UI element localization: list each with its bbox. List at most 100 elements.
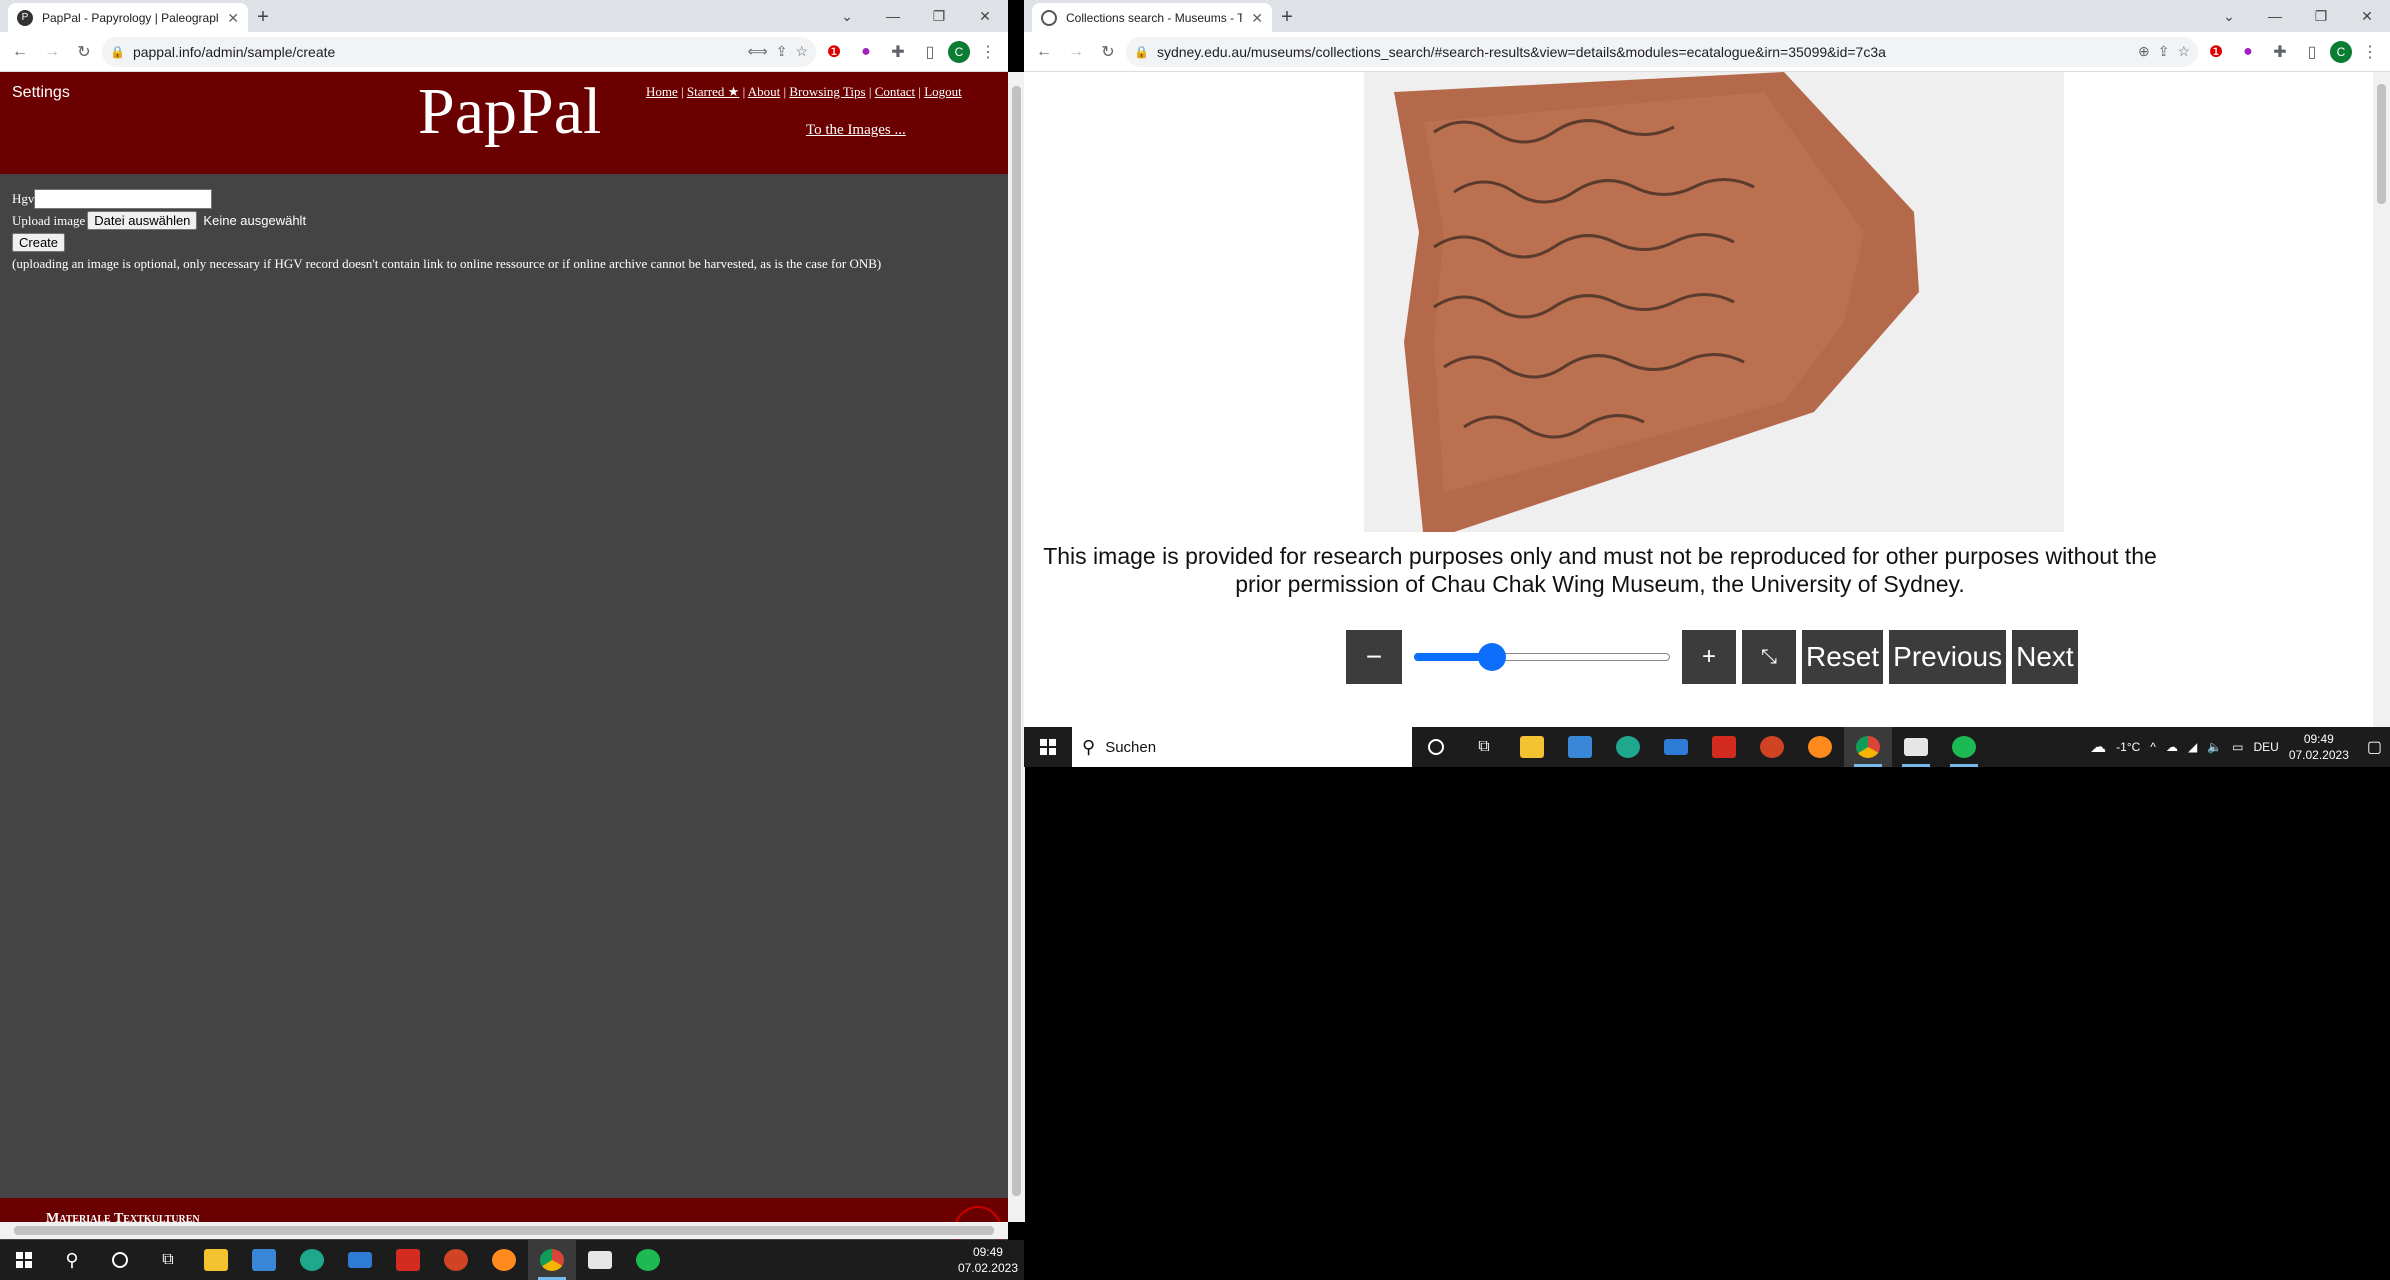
horizontal-scrollbar[interactable]: [0, 1222, 1008, 1239]
task-view-icon[interactable]: ⧉: [144, 1240, 192, 1280]
battery-icon[interactable]: ▭: [2232, 740, 2243, 754]
nav-about[interactable]: About: [748, 84, 781, 99]
nav-logout[interactable]: Logout: [924, 84, 962, 99]
close-tab-icon[interactable]: ✕: [1251, 11, 1263, 25]
notifications-icon[interactable]: ▢: [2367, 737, 2382, 757]
sidebar-icon[interactable]: ▯: [2298, 38, 2326, 66]
language-indicator[interactable]: DEU: [2253, 740, 2278, 754]
onedrive-icon[interactable]: ☁: [2166, 740, 2178, 754]
nav-browsing-tips[interactable]: Browsing Tips: [789, 84, 865, 99]
right-clock[interactable]: 09:49 07.02.2023: [2289, 731, 2349, 763]
extension-purple-icon[interactable]: ●: [2234, 38, 2262, 66]
back-icon[interactable]: ←: [1030, 38, 1058, 66]
restore-icon[interactable]: ❐: [2298, 8, 2344, 25]
new-tab-button[interactable]: +: [1272, 3, 1302, 32]
share-icon[interactable]: ⇪: [2158, 43, 2170, 60]
store-icon[interactable]: [240, 1240, 288, 1280]
pappal-logo[interactable]: PapPal: [418, 74, 601, 150]
notes-icon[interactable]: [1892, 727, 1940, 767]
close-window-icon[interactable]: ✕: [962, 8, 1008, 25]
bookmark-star-icon[interactable]: ☆: [795, 43, 808, 60]
file-choose-button[interactable]: Datei auswählen: [87, 211, 198, 230]
firefox-icon[interactable]: [1796, 727, 1844, 767]
nav-home[interactable]: Home: [646, 84, 678, 99]
taskbar-search-box[interactable]: ⚲ Suchen: [1072, 727, 1412, 767]
task-view-icon[interactable]: ⧉: [1460, 727, 1508, 767]
hgv-input[interactable]: [34, 188, 213, 209]
sidebar-icon[interactable]: ▯: [916, 38, 944, 66]
forward-icon[interactable]: →: [1062, 38, 1090, 66]
puzzle-icon[interactable]: ✚: [2266, 38, 2294, 66]
zoom-out-button[interactable]: −: [1346, 630, 1402, 684]
edge-icon[interactable]: [1604, 727, 1652, 767]
forward-icon[interactable]: →: [38, 38, 66, 66]
spotify-icon[interactable]: [624, 1240, 672, 1280]
tab-collections-search[interactable]: Collections search - Museums - T ✕: [1032, 3, 1272, 32]
network-icon[interactable]: ◢: [2188, 740, 2197, 754]
weather-temp[interactable]: -1°C: [2116, 740, 2140, 754]
windows-start-icon[interactable]: [1024, 727, 1072, 767]
address-bar[interactable]: 🔒 sydney.edu.au/museums/collections_sear…: [1126, 36, 2198, 67]
settings-link[interactable]: Settings: [12, 84, 70, 102]
chevron-up-icon[interactable]: ^: [2150, 740, 2156, 754]
extension-purple-icon[interactable]: ●: [852, 38, 880, 66]
zoom-icon[interactable]: ⊕: [2138, 43, 2150, 60]
chevron-down-icon[interactable]: ⌄: [2206, 8, 2252, 25]
chrome-icon[interactable]: [528, 1240, 576, 1280]
menu-kebab-icon[interactable]: ⋮: [2356, 38, 2384, 66]
reload-icon[interactable]: ↻: [1094, 38, 1122, 66]
profile-avatar[interactable]: C: [2330, 40, 2352, 63]
powerpoint-icon[interactable]: [1748, 727, 1796, 767]
windows-start-icon[interactable]: [0, 1240, 48, 1280]
mail-icon[interactable]: [1652, 727, 1700, 767]
cortana-icon[interactable]: [1412, 727, 1460, 767]
nav-contact[interactable]: Contact: [875, 84, 915, 99]
firefox-icon[interactable]: [480, 1240, 528, 1280]
powerpoint-icon[interactable]: [432, 1240, 480, 1280]
edge-icon[interactable]: [288, 1240, 336, 1280]
profile-avatar[interactable]: C: [948, 40, 970, 63]
translate-icon[interactable]: ⟺: [748, 43, 768, 60]
acrobat-icon[interactable]: [384, 1240, 432, 1280]
next-button[interactable]: Next: [2012, 630, 2078, 684]
mail-icon[interactable]: [336, 1240, 384, 1280]
vertical-scrollbar[interactable]: [1008, 72, 1025, 1222]
reset-button[interactable]: Reset: [1802, 630, 1884, 684]
acrobat-icon[interactable]: [1700, 727, 1748, 767]
file-explorer-icon[interactable]: [192, 1240, 240, 1280]
close-tab-icon[interactable]: ✕: [227, 11, 239, 25]
store-icon[interactable]: [1556, 727, 1604, 767]
address-bar[interactable]: 🔒 pappal.info/admin/sample/create ⟺ ⇪ ☆: [102, 36, 816, 67]
create-button[interactable]: Create: [12, 233, 66, 252]
cortana-icon[interactable]: [96, 1240, 144, 1280]
previous-button[interactable]: Previous: [1889, 630, 2007, 684]
spotify-icon[interactable]: [1940, 727, 1988, 767]
back-icon[interactable]: ←: [6, 38, 34, 66]
search-icon[interactable]: ⚲: [48, 1240, 96, 1280]
right-vertical-scrollbar[interactable]: [2373, 72, 2390, 727]
volume-icon[interactable]: 🔈: [2207, 740, 2222, 754]
chevron-down-icon[interactable]: ⌄: [824, 8, 870, 25]
zoom-in-button[interactable]: +: [1682, 630, 1736, 684]
ostracon-image[interactable]: [1364, 72, 2064, 532]
reload-icon[interactable]: ↻: [70, 38, 98, 66]
minimize-icon[interactable]: —: [2252, 8, 2298, 24]
menu-kebab-icon[interactable]: ⋮: [974, 38, 1002, 66]
extension-red-icon[interactable]: ❶: [2202, 38, 2230, 66]
chrome-icon[interactable]: [1844, 727, 1892, 767]
new-tab-button[interactable]: +: [248, 3, 278, 32]
weather-icon[interactable]: ☁: [2090, 737, 2106, 757]
to-the-images-link[interactable]: To the Images ...: [806, 122, 906, 139]
close-window-icon[interactable]: ✕: [2344, 8, 2390, 25]
bookmark-star-icon[interactable]: ☆: [2177, 43, 2190, 60]
left-clock[interactable]: 09:49 07.02.2023: [958, 1244, 1024, 1276]
puzzle-icon[interactable]: ✚: [884, 38, 912, 66]
nav-starred[interactable]: Starred ★: [687, 84, 739, 99]
tab-pappal[interactable]: P PapPal - Papyrology | Paleographi ✕: [8, 3, 248, 32]
minimize-icon[interactable]: —: [870, 8, 916, 24]
share-icon[interactable]: ⇪: [776, 43, 788, 60]
fullscreen-button[interactable]: ⤡: [1742, 630, 1796, 684]
extension-red-icon[interactable]: ❶: [820, 38, 848, 66]
zoom-slider[interactable]: [1414, 643, 1670, 671]
zoom-slider-thumb[interactable]: [1477, 643, 1506, 671]
